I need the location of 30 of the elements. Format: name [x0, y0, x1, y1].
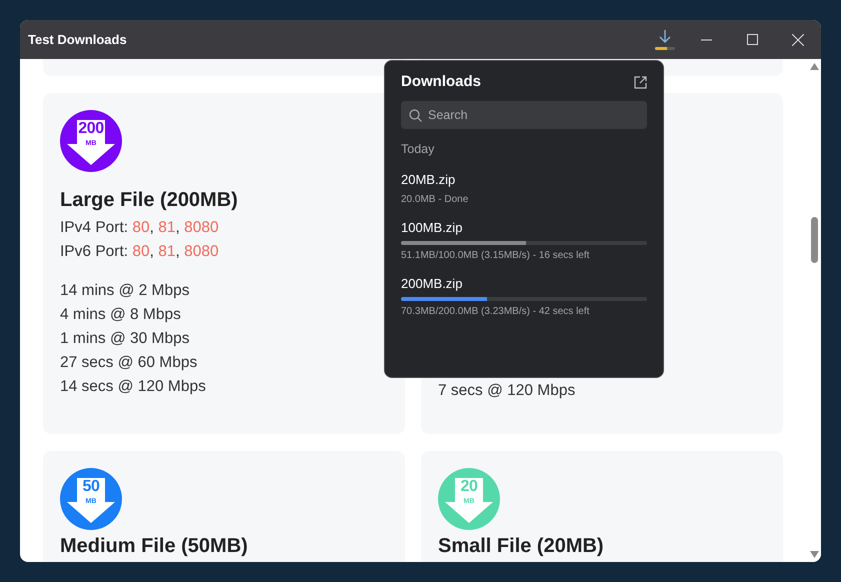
- speed-line: 7 secs @ 120 Mbps: [438, 381, 576, 401]
- speed-line: 14 secs @ 120 Mbps: [60, 377, 207, 397]
- download-icon: [657, 29, 673, 45]
- search-icon: [409, 109, 422, 122]
- download-status: 20.0MB - Done: [401, 192, 468, 207]
- file-name[interactable]: 100MB.zip: [401, 218, 462, 237]
- close-icon: [792, 34, 804, 46]
- file-name[interactable]: 200MB.zip: [401, 274, 462, 293]
- download-status: 51.1MB/100.0MB (3.15MB/s) - 16 secs left: [401, 248, 590, 263]
- file-name[interactable]: 20MB.zip: [401, 170, 456, 189]
- search-field[interactable]: Search: [401, 101, 647, 129]
- minimize-icon: [700, 38, 712, 40]
- download-status: 70.3MB/200.0MB (3.23MB/s) - 42 secs left: [401, 304, 590, 319]
- badge-number: 50: [82, 479, 100, 495]
- panel-title: Downloads: [401, 72, 482, 92]
- open-external-icon[interactable]: [634, 76, 647, 88]
- section-heading: Today: [401, 141, 436, 158]
- window-title: Test Downloads: [28, 30, 127, 49]
- scroll-up-arrow-icon[interactable]: [810, 63, 819, 70]
- card-title: Medium File (50MB): [60, 534, 249, 558]
- maximize-icon: [746, 34, 758, 45]
- card-title: Small File (20MB): [438, 534, 605, 558]
- speed-line: 27 secs @ 60 Mbps: [60, 353, 198, 373]
- scrollbar-thumb[interactable]: [811, 217, 818, 263]
- scroll-down-arrow-icon[interactable]: [810, 551, 819, 558]
- port-line: IPv4 Port: 80, 81, 8080: [60, 218, 220, 238]
- badge-number: 20: [460, 479, 478, 495]
- speed-line: 1 mins @ 30 Mbps: [60, 329, 190, 349]
- badge-number: 200: [78, 121, 104, 137]
- speed-line: 14 mins @ 2 Mbps: [60, 281, 190, 301]
